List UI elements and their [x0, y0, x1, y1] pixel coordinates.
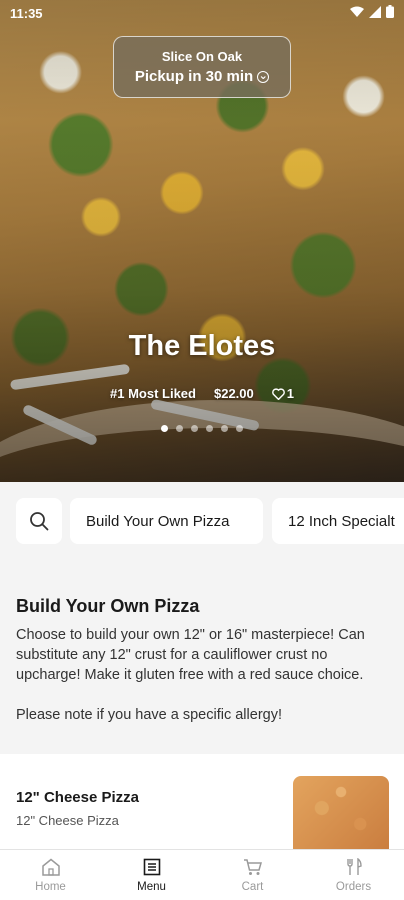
category-chip-12-inch-specialty[interactable]: 12 Inch Specialt	[272, 498, 404, 544]
carousel-dot[interactable]	[191, 425, 198, 432]
store-name: Slice On Oak	[161, 49, 243, 64]
category-chip-build-your-own[interactable]: Build Your Own Pizza	[70, 498, 263, 544]
search-icon	[30, 512, 49, 531]
like-count: 1	[286, 386, 294, 401]
nav-home[interactable]: Home	[0, 850, 101, 900]
cart-icon	[243, 858, 262, 875]
nav-label: Home	[35, 880, 66, 893]
nav-menu[interactable]: Menu	[101, 850, 202, 900]
search-button[interactable]	[16, 498, 62, 544]
menu-item-name: 12" Cheese Pizza	[16, 789, 140, 806]
wifi-icon	[350, 6, 364, 21]
nav-label: Orders	[335, 880, 372, 893]
nav-cart[interactable]: Cart	[202, 850, 303, 900]
pizza-crust	[0, 400, 404, 482]
status-time: 11:35	[10, 5, 43, 21]
carousel-dot[interactable]	[236, 425, 243, 432]
carousel-dot[interactable]	[176, 425, 183, 432]
featured-item-meta: #1 Most Liked $22.00 1	[0, 386, 404, 401]
pickup-time-text: Pickup in 30 min	[134, 68, 254, 85]
section-title: Build Your Own Pizza	[16, 596, 200, 616]
bottom-navigation: Home Menu Cart Orders	[0, 849, 404, 900]
menu-icon	[143, 858, 160, 875]
carousel-dot[interactable]	[206, 425, 213, 432]
battery-icon	[386, 5, 394, 21]
category-chip-label: 12 Inch Specialt	[288, 512, 395, 530]
menu-item-image	[293, 776, 389, 849]
utensils-icon	[346, 857, 362, 875]
nav-orders[interactable]: Orders	[303, 850, 404, 900]
pickup-selector[interactable]: Slice On Oak Pickup in 30 min ⌄	[113, 36, 291, 98]
nav-label: Cart	[241, 880, 264, 893]
category-chip-label: Build Your Own Pizza	[86, 512, 230, 530]
category-section: Build Your Own Pizza Choose to build you…	[0, 560, 404, 754]
carousel-dot[interactable]	[161, 425, 168, 432]
featured-item-title: The Elotes	[128, 330, 276, 362]
menu-item-card[interactable]: 12" Cheese Pizza 12" Cheese Pizza	[0, 754, 404, 849]
most-liked-badge: #1 Most Liked	[110, 386, 196, 401]
status-bar: 11:35	[0, 0, 404, 26]
signal-icon	[369, 5, 381, 21]
nav-label: Menu	[137, 880, 166, 893]
carousel-indicator	[0, 425, 404, 432]
home-icon	[41, 858, 60, 876]
chevron-down-icon: ⌄	[257, 70, 270, 83]
like-button[interactable]: 1	[271, 386, 294, 401]
category-bar: Build Your Own Pizza 12 Inch Specialt	[0, 482, 404, 560]
featured-price: $22.00	[213, 386, 254, 401]
heart-icon	[271, 387, 285, 400]
menu-item-subtitle: 12" Cheese Pizza	[16, 813, 119, 828]
section-description: Choose to build your own 12" or 16" mast…	[16, 627, 365, 723]
carousel-dot[interactable]	[221, 425, 228, 432]
